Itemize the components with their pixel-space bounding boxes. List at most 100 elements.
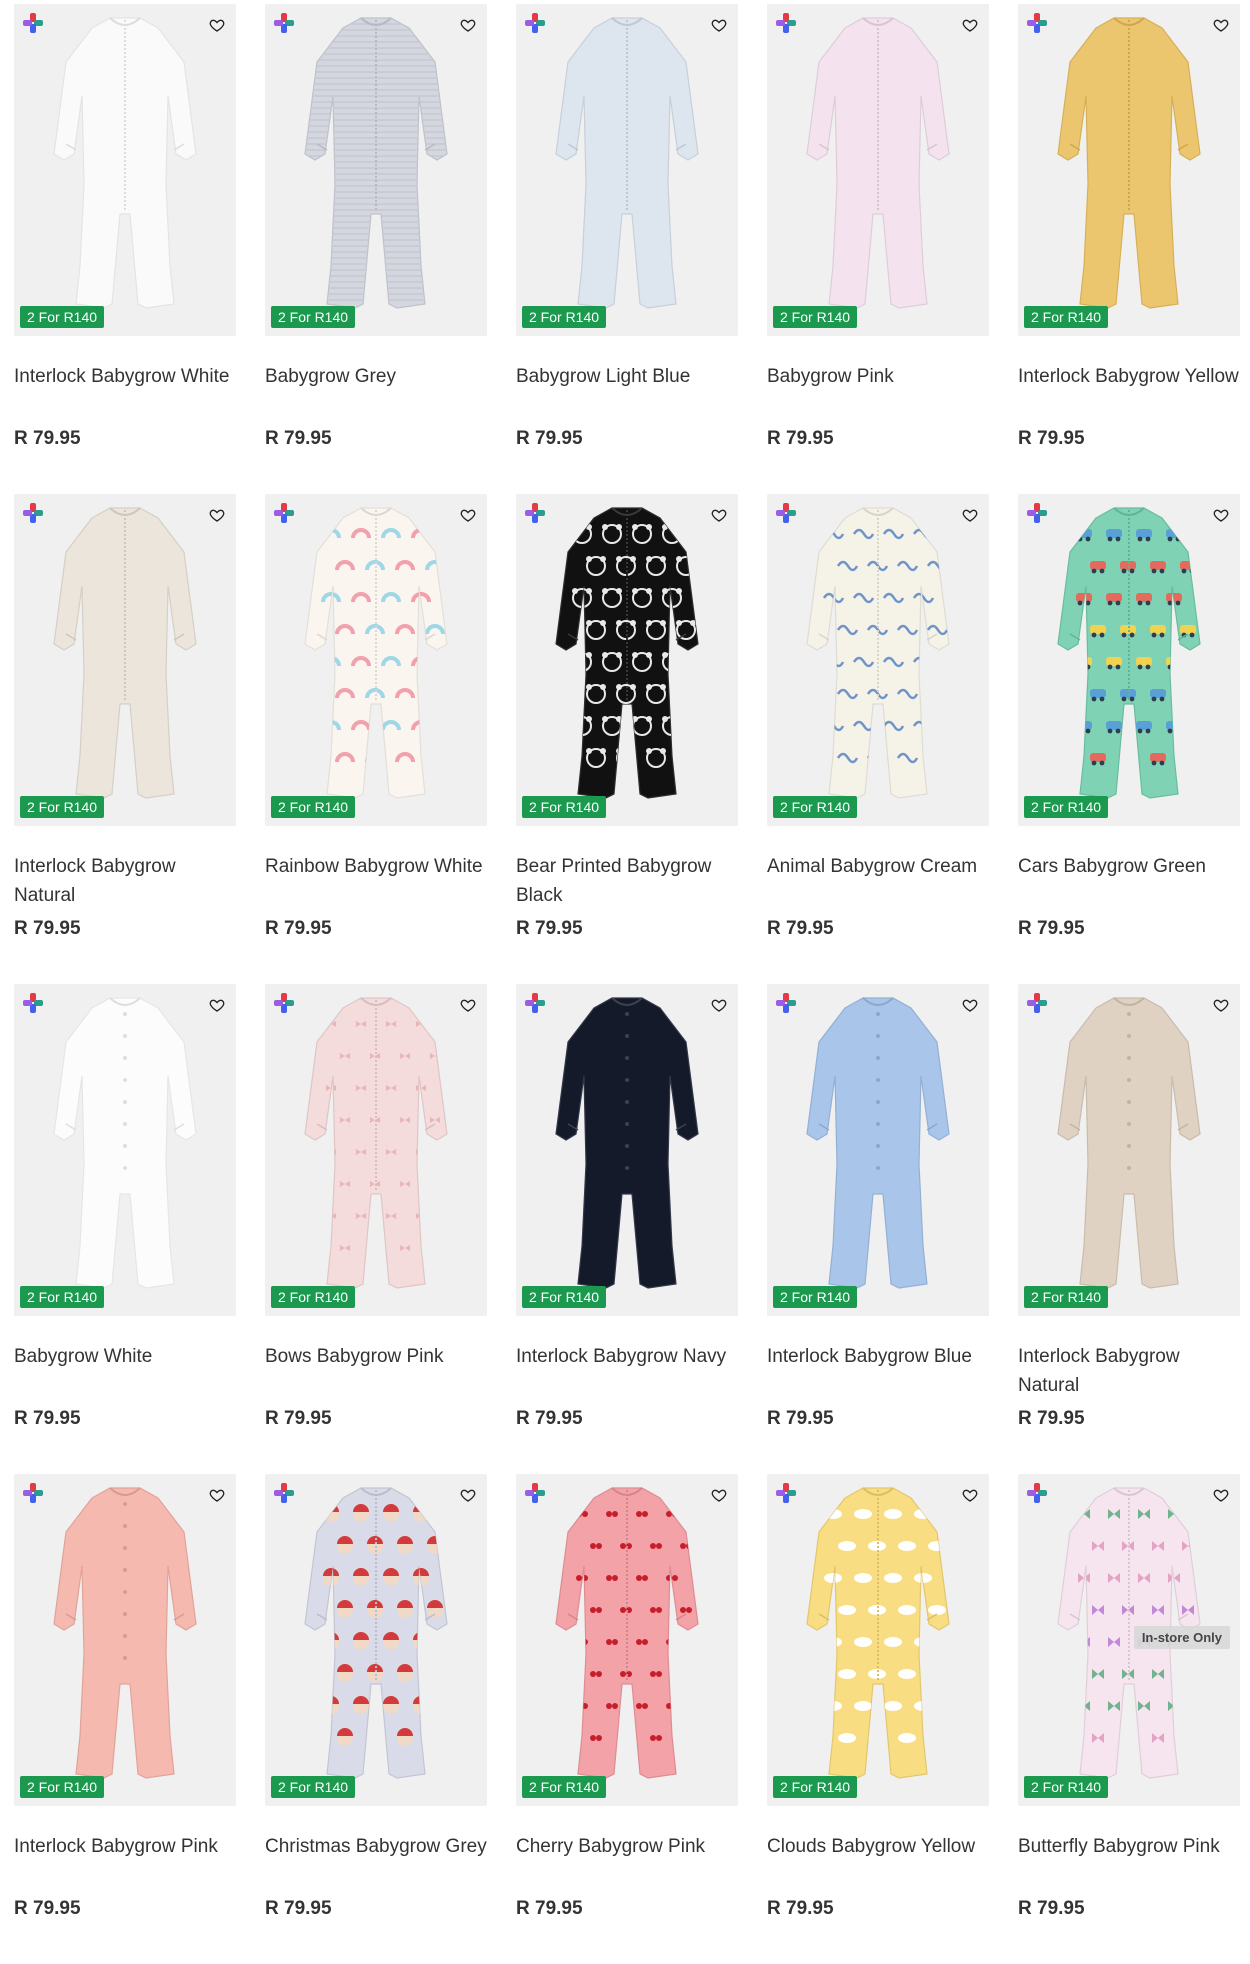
product-card[interactable]: 2 For R140 Cherry Babygrow Pink R 79.95 [516,1474,738,1964]
product-name[interactable]: Bows Babygrow Pink [265,1342,487,1371]
product-card[interactable]: 2 For R140 Babygrow Grey R 79.95 [265,4,487,494]
heart-outline-icon[interactable] [961,1486,979,1504]
product-price: R 79.95 [1018,428,1085,449]
product-image[interactable]: 2 For R140 [1018,984,1240,1316]
product-name[interactable]: Interlock Babygrow Natural [14,852,236,910]
product-name[interactable]: Rainbow Babygrow White [265,852,487,881]
product-name[interactable]: Babygrow Pink [767,362,989,391]
heart-outline-icon[interactable] [208,1486,226,1504]
product-card[interactable]: 2 For R140 Cars Babygrow Green R 79.95 [1018,494,1240,984]
heart-outline-icon[interactable] [208,506,226,524]
product-image[interactable]: 2 For R140 [265,4,487,336]
promo-badge: 2 For R140 [271,1286,356,1308]
heart-outline-icon[interactable] [710,506,728,524]
product-card[interactable]: 2 For R140 Interlock Babygrow Yellow R 7… [1018,4,1240,494]
heart-outline-icon[interactable] [459,506,477,524]
product-card[interactable]: 2 For R140 Christmas Babygrow Grey R 79.… [265,1474,487,1964]
product-name[interactable]: Cherry Babygrow Pink [516,1832,738,1861]
product-name[interactable]: Babygrow Light Blue [516,362,738,391]
product-image[interactable]: 2 For R140 [265,494,487,826]
heart-outline-icon[interactable] [710,16,728,34]
product-name[interactable]: Interlock Babygrow White [14,362,236,391]
product-image[interactable]: 2 For R140 [516,4,738,336]
product-price: R 79.95 [1018,1408,1085,1429]
heart-outline-icon[interactable] [208,16,226,34]
product-card[interactable]: 2 For R140 Bear Printed Babygrow Black R… [516,494,738,984]
product-image[interactable]: 2 For R140 [1018,4,1240,336]
product-name[interactable]: Butterfly Babygrow Pink [1018,1832,1240,1861]
promo-badge: 2 For R140 [20,306,105,328]
product-card[interactable]: 2 For R140 Bows Babygrow Pink R 79.95 [265,984,487,1474]
product-image[interactable]: 2 For R140 In-store Only [1018,1474,1240,1806]
product-price: R 79.95 [265,918,332,939]
product-card[interactable]: 2 For R140 Babygrow Light Blue R 79.95 [516,4,738,494]
product-image[interactable]: 2 For R140 [14,4,236,336]
plus-brand-icon [22,12,44,34]
heart-outline-icon[interactable] [710,1486,728,1504]
product-name[interactable]: Interlock Babygrow Pink [14,1832,236,1861]
promo-badge: 2 For R140 [522,1776,607,1798]
product-card[interactable]: 2 For R140 Rainbow Babygrow White R 79.9… [265,494,487,984]
promo-badge: 2 For R140 [522,306,607,328]
product-name[interactable]: Babygrow Grey [265,362,487,391]
product-image[interactable]: 2 For R140 [14,494,236,826]
product-name[interactable]: Bear Printed Babygrow Black [516,852,738,910]
heart-outline-icon[interactable] [710,996,728,1014]
product-price: R 79.95 [516,1898,583,1919]
promo-badge: 2 For R140 [522,1286,607,1308]
product-card[interactable]: 2 For R140 Animal Babygrow Cream R 79.95 [767,494,989,984]
product-name[interactable]: Interlock Babygrow Navy [516,1342,738,1371]
product-card[interactable]: 2 For R140 Interlock Babygrow Natural R … [14,494,236,984]
heart-outline-icon[interactable] [1212,506,1230,524]
product-image[interactable]: 2 For R140 [767,4,989,336]
plus-brand-icon [1026,1482,1048,1504]
heart-outline-icon[interactable] [459,16,477,34]
product-name[interactable]: Christmas Babygrow Grey [265,1832,487,1861]
heart-outline-icon[interactable] [1212,16,1230,34]
product-image[interactable]: 2 For R140 [767,984,989,1316]
product-name[interactable]: Animal Babygrow Cream [767,852,989,881]
product-name[interactable]: Interlock Babygrow Blue [767,1342,989,1371]
plus-brand-icon [1026,992,1048,1014]
product-image[interactable]: 2 For R140 [767,1474,989,1806]
product-image[interactable]: 2 For R140 [265,1474,487,1806]
product-price: R 79.95 [767,918,834,939]
product-price: R 79.95 [265,428,332,449]
product-image[interactable]: 2 For R140 [1018,494,1240,826]
heart-outline-icon[interactable] [961,996,979,1014]
plus-brand-icon [775,992,797,1014]
heart-outline-icon[interactable] [459,1486,477,1504]
product-card[interactable]: 2 For R140 Interlock Babygrow Pink R 79.… [14,1474,236,1964]
product-name[interactable]: Cars Babygrow Green [1018,852,1240,881]
plus-brand-icon [775,1482,797,1504]
product-card[interactable]: 2 For R140 Babygrow Pink R 79.95 [767,4,989,494]
product-name[interactable]: Interlock Babygrow Natural [1018,1342,1240,1400]
product-image[interactable]: 2 For R140 [14,1474,236,1806]
product-name[interactable]: Babygrow White [14,1342,236,1371]
product-image[interactable]: 2 For R140 [516,1474,738,1806]
product-price: R 79.95 [265,1408,332,1429]
heart-outline-icon[interactable] [208,996,226,1014]
product-card[interactable]: 2 For R140 In-store Only Butterfly Babyg… [1018,1474,1240,1964]
product-card[interactable]: 2 For R140 Interlock Babygrow White R 79… [14,4,236,494]
heart-outline-icon[interactable] [1212,1486,1230,1504]
product-card[interactable]: 2 For R140 Babygrow White R 79.95 [14,984,236,1474]
product-card[interactable]: 2 For R140 Interlock Babygrow Natural R … [1018,984,1240,1474]
product-image[interactable]: 2 For R140 [516,494,738,826]
heart-outline-icon[interactable] [961,506,979,524]
product-image[interactable]: 2 For R140 [516,984,738,1316]
heart-outline-icon[interactable] [459,996,477,1014]
product-card[interactable]: 2 For R140 Interlock Babygrow Blue R 79.… [767,984,989,1474]
product-card[interactable]: 2 For R140 Interlock Babygrow Navy R 79.… [516,984,738,1474]
product-name[interactable]: Clouds Babygrow Yellow [767,1832,989,1861]
product-name[interactable]: Interlock Babygrow Yellow [1018,362,1240,391]
plus-brand-icon [1026,12,1048,34]
product-image[interactable]: 2 For R140 [265,984,487,1316]
product-image[interactable]: 2 For R140 [14,984,236,1316]
promo-badge: 2 For R140 [773,306,858,328]
heart-outline-icon[interactable] [961,16,979,34]
product-image[interactable]: 2 For R140 [767,494,989,826]
product-price: R 79.95 [767,1898,834,1919]
product-card[interactable]: 2 For R140 Clouds Babygrow Yellow R 79.9… [767,1474,989,1964]
heart-outline-icon[interactable] [1212,996,1230,1014]
